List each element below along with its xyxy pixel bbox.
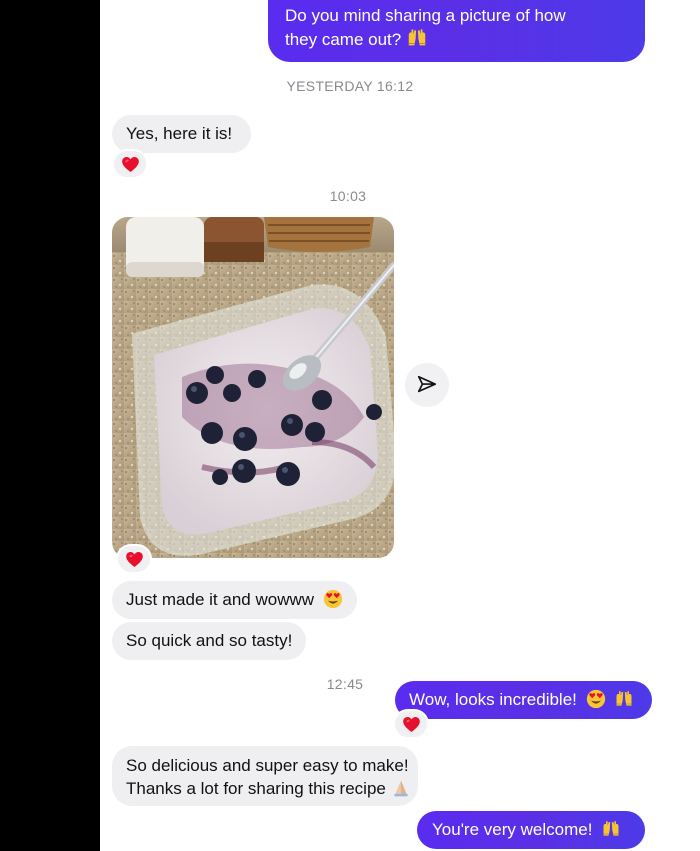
raised-hands-icon <box>601 819 621 839</box>
raised-hands-icon <box>614 689 634 709</box>
incoming-message-bubble[interactable]: So delicious and super easy to make! Tha… <box>112 746 418 806</box>
heart-icon <box>121 155 140 174</box>
message-text: You're very welcome! <box>432 820 593 839</box>
heart-eyes-icon <box>586 689 606 709</box>
outgoing-message-bubble[interactable]: You're very welcome! <box>417 811 645 849</box>
message-text: Yes, here it is! <box>126 124 233 143</box>
incoming-message-bubble[interactable]: So quick and so tasty! <box>112 622 306 660</box>
photo-message-blueberry-oats[interactable] <box>112 217 394 558</box>
reaction-badge[interactable] <box>112 149 148 179</box>
chat-screen: Do you mind sharing a picture of how the… <box>0 0 700 851</box>
message-text: So quick and so tasty! <box>126 631 293 650</box>
message-text-line-1: So delicious and super easy to make! <box>126 756 409 775</box>
timestamp: 10:03 <box>329 188 367 204</box>
heart-icon <box>402 715 421 734</box>
outgoing-message-bubble[interactable]: Do you mind sharing a picture of how the… <box>268 0 645 62</box>
reaction-badge[interactable] <box>116 544 152 574</box>
incoming-message-bubble[interactable]: Yes, here it is! <box>112 115 251 153</box>
food-photo <box>112 217 394 558</box>
reaction-badge[interactable] <box>393 709 429 739</box>
send-icon <box>417 375 437 393</box>
outgoing-message-bubble[interactable]: Wow, looks incredible! <box>395 681 652 719</box>
share-button[interactable] <box>405 363 449 407</box>
message-text: Thanks a lot for sharing this recipe <box>126 779 386 798</box>
raised-hands-icon <box>406 27 428 49</box>
heart-eyes-icon <box>323 589 343 609</box>
folded-hands-icon <box>391 778 411 798</box>
message-text-line-2: they came out? <box>285 27 628 51</box>
message-text-line-1: Do you mind sharing a picture of how <box>285 6 566 25</box>
message-text: Just made it and wowww <box>126 590 315 609</box>
incoming-message-bubble[interactable]: Just made it and wowww <box>112 581 357 619</box>
heart-icon <box>125 550 144 569</box>
left-black-bar <box>0 0 100 851</box>
message-text: they came out? <box>285 30 402 49</box>
message-text-line-2: Thanks a lot for sharing this recipe <box>126 777 404 800</box>
timestamp: YESTERDAY 16:12 <box>286 78 414 94</box>
message-text: Wow, looks incredible! <box>409 690 577 709</box>
timestamp: 12:45 <box>326 676 364 692</box>
